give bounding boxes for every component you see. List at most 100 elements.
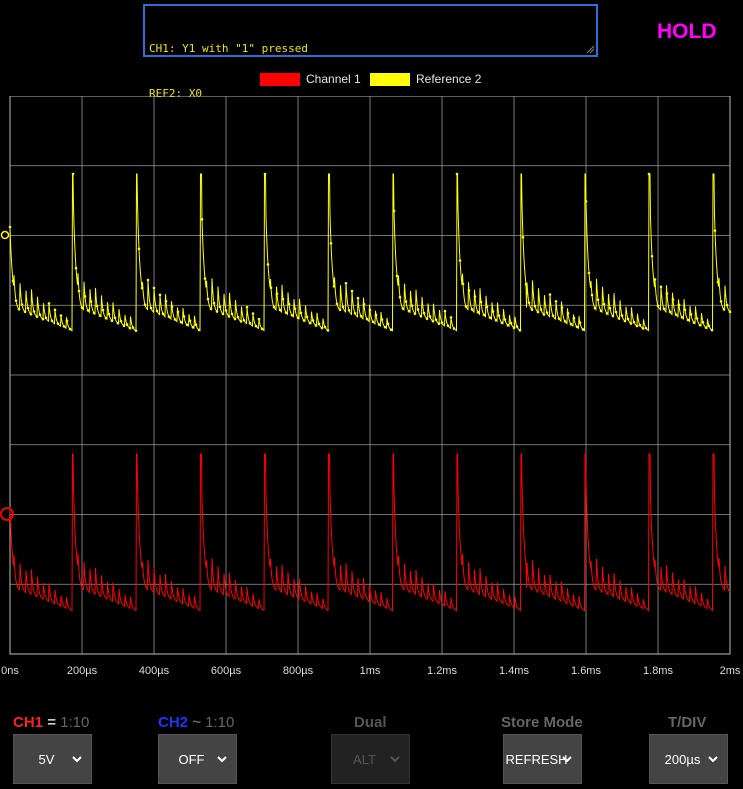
series-reference-2-point [515, 325, 519, 328]
store-mode-select[interactable]: REFRESH [503, 734, 582, 784]
legend-label-reference-2: Reference 2 [416, 72, 482, 86]
series-reference-2-point [419, 314, 423, 318]
series-reference-2-point [443, 309, 447, 313]
series-reference-2-point [632, 320, 636, 324]
series-reference-2-point [362, 303, 366, 306]
ch1-volts-select[interactable]: 5V [13, 734, 92, 784]
store-mode-value: REFRESH [505, 751, 568, 767]
series-reference-2-point [341, 305, 345, 309]
series-reference-2-point [689, 312, 693, 316]
series-reference-2-point [275, 292, 279, 296]
tdiv-select[interactable]: 200µs [649, 734, 728, 784]
series-reference-2-point [584, 200, 588, 203]
ch2-coupling: ~ [192, 714, 201, 731]
x-tick-label: 1.8ms [643, 665, 673, 677]
series-reference-2-point [200, 218, 204, 221]
series-reference-2-point [218, 305, 222, 309]
series-reference-2-point [377, 323, 381, 326]
series-reference-2-point [98, 314, 102, 317]
series-reference-2-point [95, 304, 99, 308]
notes-line-1: CH1: Y1 with "1" pressed [149, 42, 308, 55]
series-reference-2-point [455, 172, 459, 176]
series-reference-2-point [587, 271, 591, 275]
series-reference-2-point [401, 307, 405, 310]
series-reference-2-point [296, 316, 300, 320]
legend-item-reference-2[interactable]: Reference 2 [370, 70, 481, 88]
series-reference-2-point [14, 299, 18, 302]
legend-swatch-reference-2 [370, 72, 410, 86]
series-reference-2-point [203, 277, 207, 280]
series-reference-2-point [182, 315, 186, 318]
series-reference-2-point [245, 305, 249, 309]
series-reference-2-point [134, 329, 138, 332]
series-reference-2-point [572, 316, 576, 320]
series-reference-2-point [170, 305, 174, 309]
series-reference-2-point [137, 247, 141, 251]
series-reference-2-point [113, 316, 117, 320]
series-reference-2-point [329, 242, 333, 245]
notes-textarea[interactable]: CH1: Y1 with "1" pressed REF2: X0 [143, 4, 598, 100]
series-reference-2-point [146, 278, 150, 282]
series-reference-2-point [536, 310, 540, 314]
series-reference-2-point [437, 322, 441, 325]
series-reference-2-point [500, 321, 504, 325]
series-reference-2-point [86, 309, 90, 312]
series-reference-2-point [248, 321, 252, 325]
series-reference-2-point [596, 298, 600, 302]
series-reference-2-point [263, 172, 267, 176]
series-reference-2-point [212, 301, 216, 305]
series-reference-2-point [488, 316, 492, 319]
store-mode-label: Store Mode [501, 714, 583, 731]
series-reference-2-point [107, 312, 111, 316]
series-reference-2-point [620, 314, 624, 317]
series-reference-2-point [116, 321, 120, 325]
legend-item-channel-1[interactable]: Channel 1 [260, 70, 361, 88]
series-reference-2-point [356, 296, 360, 300]
series-reference-2-point [26, 306, 30, 310]
series-reference-2-point [683, 308, 687, 312]
series-reference-2-point [548, 293, 552, 296]
series-reference-2-point [605, 312, 609, 315]
series-reference-2-point [395, 274, 399, 278]
series-reference-2-point [335, 302, 339, 306]
ch2-volts-select[interactable]: OFF [158, 734, 237, 784]
series-reference-2-point [665, 292, 669, 295]
series-reference-2-point [89, 300, 93, 303]
series-reference-2-point [194, 323, 198, 326]
series-reference-2-point [593, 306, 597, 310]
series-reference-2-point [32, 310, 36, 313]
series-reference-2-point [728, 310, 732, 314]
series-reference-2-point [215, 310, 219, 313]
series-reference-2-point [416, 308, 420, 311]
series-reference-2-point [332, 285, 336, 288]
series-reference-2-point [503, 318, 507, 321]
series-reference-2-point [350, 289, 354, 293]
series-reference-2-point [359, 314, 363, 318]
series-reference-2-point [458, 259, 462, 262]
series-reference-2-point [428, 315, 432, 318]
series-reference-2-point [653, 278, 657, 281]
series-reference-2-point [71, 172, 75, 176]
series-reference-2-point [719, 300, 723, 303]
series-reference-2-point [209, 307, 213, 311]
series-reference-2-point [533, 304, 537, 308]
series-reference-2-point [434, 318, 438, 321]
series-reference-2-point [128, 326, 132, 330]
series-reference-2-point [578, 321, 582, 325]
series-reference-2-point [692, 321, 696, 324]
series-reference-2-point [521, 235, 525, 239]
x-tick-label: 400µs [139, 665, 170, 677]
series-reference-2-point [569, 322, 573, 326]
series-reference-2-point [305, 315, 309, 319]
series-reference-2-point [494, 318, 498, 322]
series-reference-2-point [80, 306, 84, 309]
series-reference-2-point [314, 324, 318, 327]
series-reference-2-point [344, 281, 348, 285]
resize-grip-icon[interactable] [586, 45, 594, 53]
series-reference-2-point [590, 293, 594, 297]
series-reference-2-point [59, 314, 63, 317]
series-reference-2-point [365, 317, 369, 321]
series-reference-2-point [485, 305, 489, 309]
series-reference-2-point [518, 329, 522, 332]
dual-mode-select[interactable]: ALT [331, 734, 410, 784]
